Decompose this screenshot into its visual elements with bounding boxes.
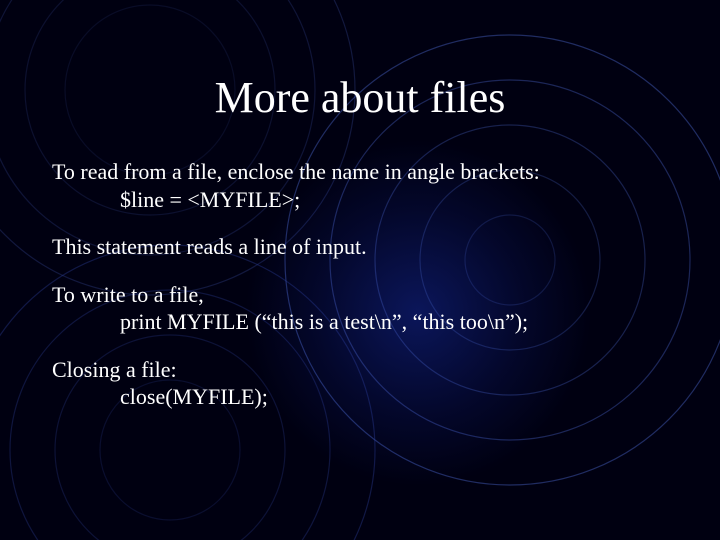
text-line: To read from a file, enclose the name in… <box>52 158 672 186</box>
slide-title: More about files <box>0 72 720 123</box>
para-close: Closing a file: close(MYFILE); <box>52 356 672 411</box>
slide: More about files To read from a file, en… <box>0 0 720 540</box>
para-write: To write to a file, print MYFILE (“this … <box>52 281 672 336</box>
code-line: $line = <MYFILE>; <box>52 186 672 214</box>
code-line: print MYFILE (“this is a test\n”, “this … <box>52 308 672 336</box>
text-line: Closing a file: <box>52 356 672 384</box>
text-line: To write to a file, <box>52 281 672 309</box>
text-line: This statement reads a line of input. <box>52 233 672 261</box>
para-read: To read from a file, enclose the name in… <box>52 158 672 213</box>
para-reads-line: This statement reads a line of input. <box>52 233 672 261</box>
slide-body: To read from a file, enclose the name in… <box>52 158 672 431</box>
code-line: close(MYFILE); <box>52 383 672 411</box>
